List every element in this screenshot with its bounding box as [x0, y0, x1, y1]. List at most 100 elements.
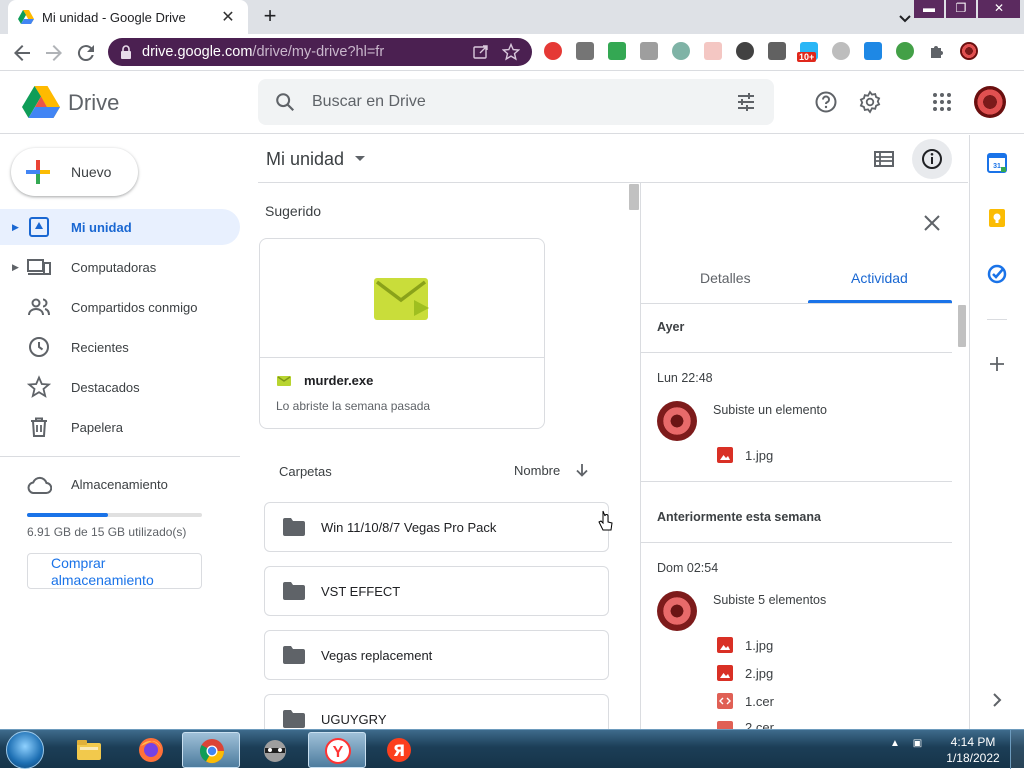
activity-file[interactable]: 1.jpg	[717, 447, 773, 463]
expand-arrow-icon[interactable]: ▶	[12, 222, 20, 233]
storage-label[interactable]: Almacenamiento	[71, 477, 168, 492]
tab-activity[interactable]: Actividad	[851, 270, 908, 286]
tab-details[interactable]: Detalles	[700, 270, 751, 286]
sidebar-item-recent[interactable]: Recientes	[0, 329, 240, 365]
folder-item[interactable]: Win 11/10/8/7 Vegas Pro Pack	[264, 502, 609, 552]
add-addon-icon[interactable]	[987, 354, 1007, 374]
image-extension-icon[interactable]	[864, 42, 882, 60]
activity-file[interactable]: 1.jpg	[717, 637, 773, 653]
sidebar-item-starred[interactable]: Destacados	[0, 369, 240, 405]
info-button[interactable]	[912, 139, 952, 179]
translate-extension-icon[interactable]	[704, 42, 722, 60]
settings-gear-icon[interactable]	[858, 90, 882, 114]
new-button[interactable]: Nuevo	[11, 148, 138, 196]
close-panel-icon[interactable]	[921, 212, 943, 234]
tasks-icon[interactable]	[987, 264, 1007, 284]
start-button[interactable]	[6, 731, 44, 769]
drive-logo-icon[interactable]	[22, 85, 60, 119]
activity-file[interactable]: 2.jpg	[717, 665, 773, 681]
browser-tab-strip: Mi unidad - Google Drive ✕ + ▬ ❐ ✕	[0, 0, 1024, 34]
folder-item[interactable]: Vegas replacement	[264, 630, 609, 680]
search-input[interactable]	[312, 79, 712, 125]
expand-rail-chevron-icon[interactable]	[987, 690, 1007, 710]
sidebar-divider	[0, 456, 240, 457]
sort-direction-arrow-icon[interactable]	[574, 462, 590, 478]
folder-item[interactable]: VST EFFECT	[264, 566, 609, 616]
taskbar-firefox[interactable]	[122, 732, 180, 768]
keep-notes-icon[interactable]	[987, 208, 1007, 228]
calendar-icon[interactable]: 31	[987, 153, 1007, 173]
activity-file-name: 1.jpg	[745, 447, 774, 463]
code-file-icon	[717, 693, 733, 709]
folder-item[interactable]: UGUYGRY	[264, 694, 609, 729]
activity-description: Subiste un elemento	[713, 403, 827, 417]
new-tab-button[interactable]: +	[258, 5, 282, 29]
timer-extension-icon[interactable]	[896, 42, 914, 60]
sidebar-item-trash[interactable]: Papelera	[0, 409, 240, 445]
minimize-button[interactable]: ▬	[914, 0, 944, 18]
account-avatar[interactable]	[974, 86, 1006, 118]
tab-close-icon[interactable]: ✕	[218, 7, 238, 27]
text-extension-icon[interactable]	[576, 42, 594, 60]
search-bar[interactable]	[258, 79, 774, 125]
activity-file[interactable]: 2.cer	[717, 721, 774, 729]
taskbar-clock[interactable]: 4:14 PM 1/18/2022	[942, 734, 1004, 766]
page-title[interactable]: Mi unidad	[266, 149, 344, 170]
window-close-button[interactable]: ✕	[978, 0, 1020, 18]
show-desktop-button[interactable]	[1010, 730, 1024, 769]
taskbar-yandex[interactable]: Я	[370, 732, 428, 768]
badge-extension-icon[interactable]: 10+	[797, 42, 818, 62]
sidebar-item-computers[interactable]: ▶ Computadoras	[0, 249, 240, 285]
sort-by-button[interactable]: Nombre	[514, 463, 560, 478]
share-icon[interactable]	[472, 43, 490, 61]
suggested-file-card[interactable]: murder.exe Lo abriste la semana pasada	[259, 238, 545, 429]
sidebar-item-shared[interactable]: Compartidos conmigo	[0, 289, 240, 325]
plus-icon	[26, 160, 50, 184]
chrome-icon	[199, 739, 224, 764]
activity-time: Dom 02:54	[657, 561, 719, 575]
product-name[interactable]: Drive	[68, 90, 119, 116]
expand-arrow-icon[interactable]: ▶	[12, 262, 20, 273]
taskbar-chrome[interactable]	[182, 732, 240, 768]
profile-avatar[interactable]	[960, 42, 978, 60]
browser-tab[interactable]: Mi unidad - Google Drive ✕	[8, 0, 248, 34]
folder-name: UGUYGRY	[321, 712, 387, 727]
message-extension-icon[interactable]	[736, 42, 754, 60]
chat-extension-icon[interactable]	[544, 42, 562, 60]
section-divider	[641, 542, 952, 543]
back-arrow-icon[interactable]	[10, 41, 34, 65]
cat-extension-icon[interactable]	[672, 42, 690, 60]
system-tray[interactable]: ▲ ▣	[890, 738, 922, 749]
restore-button[interactable]: ❐	[946, 0, 976, 18]
sidebar-item-label: Mi unidad	[71, 219, 132, 235]
taskbar-yandex-browser[interactable]: Y	[308, 732, 366, 768]
show-hidden-icons-icon[interactable]: ▲	[890, 738, 900, 749]
g-extension-icon[interactable]	[640, 42, 658, 60]
taskbar-explorer[interactable]	[60, 732, 118, 768]
help-icon[interactable]	[814, 90, 838, 114]
reload-icon[interactable]	[74, 41, 98, 65]
address-bar[interactable]: drive.google.com/drive/my-drive?hl=fr	[108, 38, 532, 66]
network-icon[interactable]: ▣	[913, 738, 922, 749]
bookmark-star-icon[interactable]	[502, 43, 520, 61]
content-scrollbar[interactable]	[629, 184, 639, 210]
list-view-icon[interactable]	[872, 148, 896, 170]
apps-grid-icon[interactable]	[930, 90, 954, 114]
search-options-icon[interactable]	[736, 92, 756, 112]
green-extension-icon[interactable]	[608, 42, 626, 60]
url-text: drive.google.com/drive/my-drive?hl=fr	[142, 44, 385, 60]
search-icon[interactable]	[274, 91, 296, 113]
comment-extension-icon[interactable]	[768, 42, 786, 60]
forward-arrow-icon[interactable]	[42, 41, 66, 65]
storage-progress-fill	[27, 513, 108, 517]
mascot-extension-icon[interactable]	[832, 42, 850, 60]
folder-icon	[283, 646, 305, 664]
taskbar-raccoon-app[interactable]	[246, 732, 304, 768]
puzzle-extensions-icon[interactable]	[928, 42, 946, 60]
panel-scrollbar[interactable]	[958, 305, 966, 347]
sidebar-item-my-drive[interactable]: ▶ Mi unidad	[0, 209, 240, 245]
details-panel	[640, 183, 969, 729]
dropdown-caret-icon[interactable]	[355, 156, 365, 162]
activity-file[interactable]: 1.cer	[717, 693, 774, 709]
buy-storage-button[interactable]: Comprar almacenamiento	[27, 553, 202, 589]
